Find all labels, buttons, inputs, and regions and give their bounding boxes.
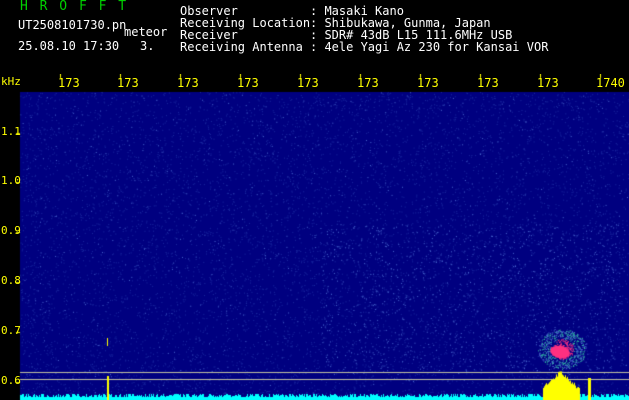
- station-info: Observer : Masaki Kano Receiving Locatio…: [180, 5, 548, 53]
- header-panel: H R O F F T UT2508101730.pn meteor 25.08…: [0, 0, 629, 74]
- freq-tick: 0.9: [1, 224, 21, 237]
- time-tick: 173: [297, 76, 319, 90]
- meta-key: Receiving Antenna: [180, 40, 303, 54]
- date-time: 25.08.10 17:30: [18, 39, 120, 53]
- time-tick: 173: [357, 76, 379, 90]
- mode-label: meteor: [124, 25, 168, 39]
- freq-tick: 0.7: [1, 324, 21, 337]
- file-name: UT2508101730.pn: [18, 18, 127, 32]
- app-logo: H R O F F T: [20, 0, 129, 14]
- time-tick: 173: [177, 76, 199, 90]
- time-axis: 173 173 173 173 173 173 173 173 173 1740: [0, 76, 629, 92]
- freq-tick: 0.8: [1, 274, 21, 287]
- freq-tick: 1.0: [1, 174, 21, 187]
- time-tick: 1740: [596, 76, 625, 90]
- time-tick: 173: [117, 76, 139, 90]
- time-tick: 173: [237, 76, 259, 90]
- freq-tick: 0.6: [1, 374, 21, 387]
- time-tick: 173: [417, 76, 439, 90]
- time-tick: 173: [477, 76, 499, 90]
- spectrogram-canvas: [0, 74, 629, 400]
- time-tick: 173: [537, 76, 559, 90]
- freq-tick: 1.1: [1, 125, 21, 138]
- echo-count: 3.: [140, 39, 155, 53]
- unit-label: kHz: [1, 75, 21, 88]
- meta-value: : 4ele Yagi Az 230 for Kansai VOR: [310, 40, 549, 54]
- frequency-axis: kHz 1.1 1.0 0.9 0.8 0.7 0.6: [0, 74, 21, 400]
- time-tick: 173: [58, 76, 80, 90]
- meta-row-antenna: Receiving Antenna : 4ele Yagi Az 230 for…: [180, 41, 548, 53]
